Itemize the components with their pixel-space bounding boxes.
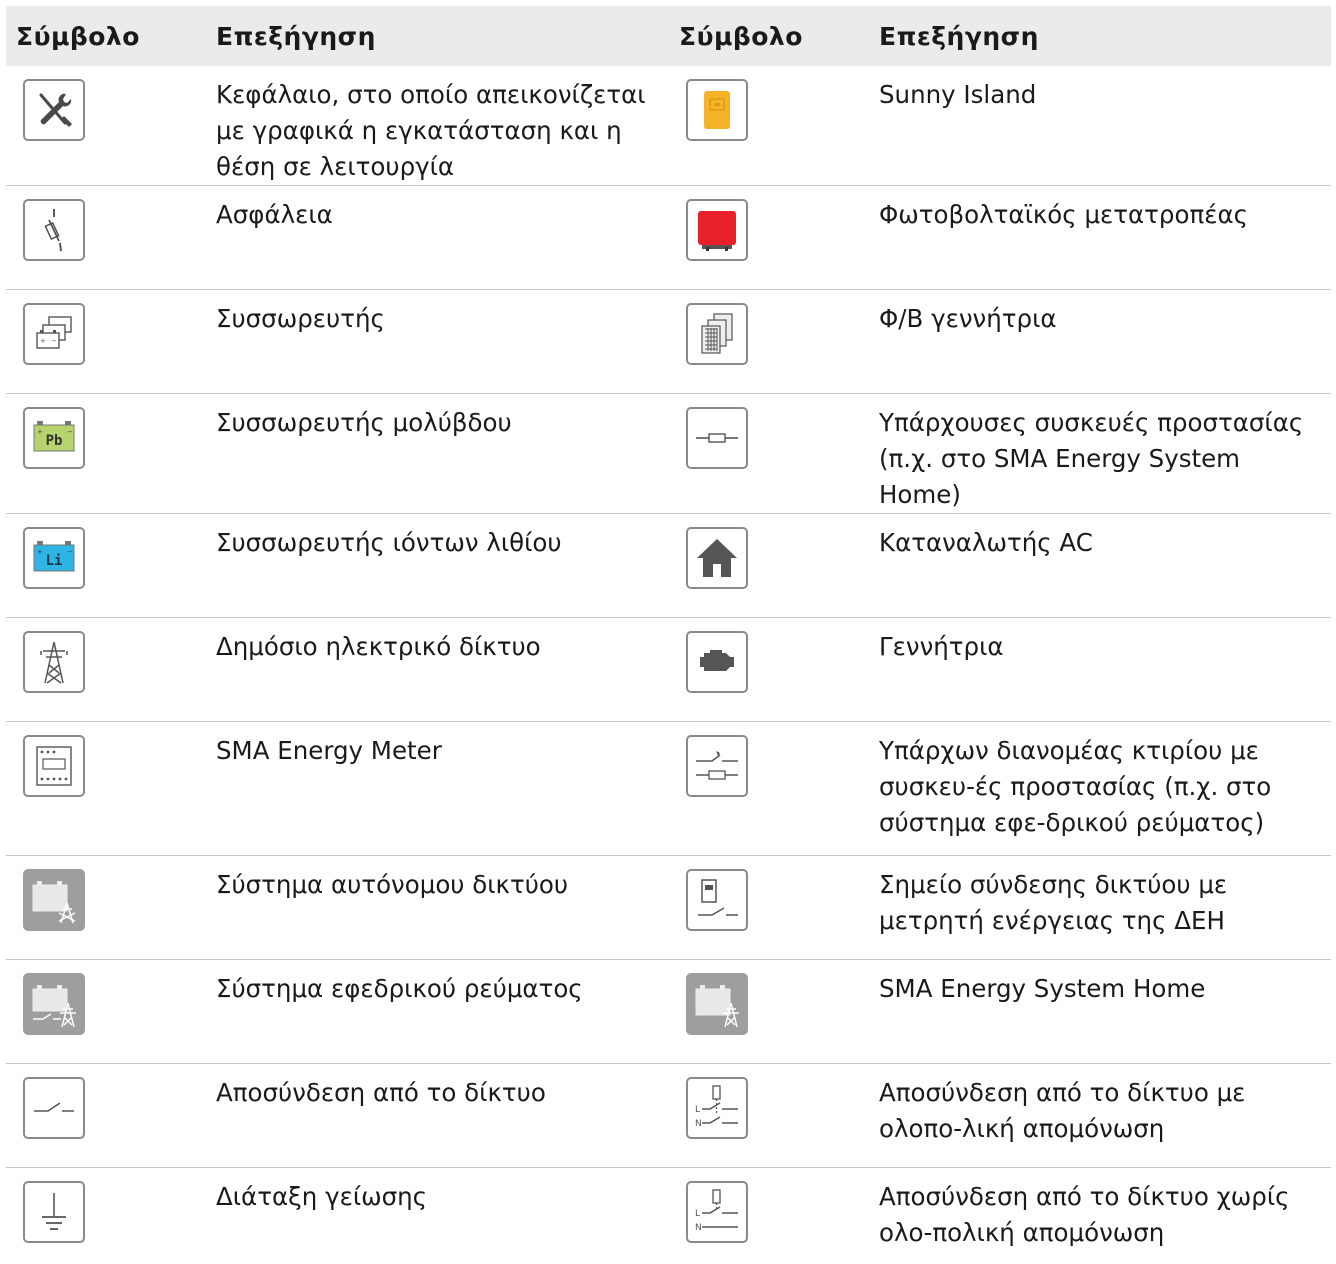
- all-pole-disconnect-icon: L N: [686, 1077, 748, 1139]
- battery-bank-icon: + −: [23, 303, 85, 365]
- energy-system-home-icon: [686, 973, 748, 1035]
- explanation-cell: Ασφάλεια: [204, 185, 669, 290]
- symbol-cell: [669, 66, 867, 186]
- table-row: + − Pb Συσσωρευτής μολύβδου Υπάρχουσες σ…: [6, 393, 1331, 514]
- table-row: Κεφάλαιο, στο οποίο απεικονίζεται με γρα…: [6, 66, 1331, 186]
- line-label: L: [695, 1105, 700, 1115]
- symbol-cell: [669, 513, 867, 618]
- symbol-column-header: Σύμβολο: [6, 6, 204, 66]
- energy-meter-icon: [23, 735, 85, 797]
- symbol-cell: [6, 1168, 204, 1264]
- table-row: Ασφάλεια Φωτοβολταϊκός μετατροπέας: [6, 185, 1331, 290]
- explanation-cell: Γεννήτρια: [867, 617, 1331, 722]
- symbol-cell: [669, 617, 867, 722]
- explanation-cell: Συσσωρευτής: [204, 289, 669, 394]
- explanation-cell: Αποσύνδεση από το δίκτυο: [204, 1063, 669, 1168]
- symbol-cell: + − Pb: [6, 393, 204, 514]
- explanation-cell: Σημείο σύνδεσης δικτύου με μετρητή ενέργ…: [867, 855, 1331, 960]
- symbol-cell: [6, 185, 204, 290]
- explanation-cell: Sunny Island: [867, 66, 1331, 186]
- generator-icon: [686, 631, 748, 693]
- fuse-icon: [23, 199, 85, 261]
- symbol-cell: [6, 855, 204, 960]
- explanation-cell: Υπάρχων διανομέας κτιρίου με συσκευ-ές π…: [867, 721, 1331, 856]
- table-header-row: Σύμβολο Επεξήγηση Σύμβολο Επεξήγηση: [6, 6, 1331, 66]
- pv-array-icon: [686, 303, 748, 365]
- symbol-cell: [6, 1063, 204, 1168]
- symbol-cell: [669, 289, 867, 394]
- explanation-column-header: Επεξήγηση: [204, 6, 669, 66]
- grid-disconnect-icon: [23, 1077, 85, 1139]
- symbol-cell: L N: [669, 1063, 867, 1168]
- explanation-cell: Υπάρχουσες συσκευές προστασίας (π.χ. στο…: [867, 393, 1331, 514]
- explanation-cell: SMA Energy System Home: [867, 959, 1331, 1064]
- symbol-cell: [6, 959, 204, 1064]
- svg-text:+: +: [40, 337, 46, 345]
- explanation-cell: Κεφάλαιο, στο οποίο απεικονίζεται με γρα…: [204, 66, 669, 186]
- symbol-cell: [6, 66, 204, 186]
- svg-text:−: −: [67, 548, 73, 556]
- explanation-cell: Διάταξη γείωσης: [216, 1182, 428, 1211]
- symbol-cell: [669, 393, 867, 514]
- explanation-cell: Σύστημα εφεδρικού ρεύματος: [204, 959, 669, 1064]
- non-all-pole-disconnect-icon: L N: [686, 1181, 748, 1243]
- symbol-cell: [669, 721, 867, 856]
- svg-text:+: +: [37, 548, 43, 556]
- explanation-cell: Συσσωρευτής ιόντων λιθίου: [204, 513, 669, 618]
- grid-connection-meter-icon: [686, 869, 748, 931]
- lead-battery-label: Pb: [46, 433, 63, 449]
- explanation-cell: SMA Energy Meter: [204, 721, 669, 856]
- table-row: Δημόσιο ηλεκτρικό δίκτυο Γεννήτρια: [6, 617, 1331, 722]
- explanation-cell: Αποσύνδεση από το δίκτυο με ολοπο-λική α…: [867, 1063, 1331, 1168]
- utility-grid-icon: [23, 631, 85, 693]
- table-row: SMA Energy Meter Υπάρχων διανομέας κτιρί…: [6, 721, 1331, 856]
- lithium-battery-label: Li: [46, 553, 63, 569]
- explanation-cell: Αποσύνδεση από το δίκτυο χωρίς ολο-πολικ…: [879, 1182, 1290, 1247]
- symbol-legend-table: Σύμβολο Επεξήγηση Σύμβολο Επεξήγηση Κεφά…: [6, 6, 1331, 1264]
- symbol-cell: + − Li: [6, 513, 204, 618]
- explanation-cell: Φωτοβολταϊκός μετατροπέας: [867, 185, 1331, 290]
- explanation-cell: Καταναλωτής AC: [867, 513, 1331, 618]
- symbol-cell: L N: [669, 1168, 867, 1264]
- neutral-label: N: [695, 1119, 702, 1129]
- house-icon: [686, 527, 748, 589]
- table-row: Σύστημα εφεδρικού ρεύματος SMA Energy Sy…: [6, 959, 1331, 1064]
- line-label: L: [695, 1209, 700, 1219]
- explanation-cell: Συσσωρευτής μολύβδου: [204, 393, 669, 514]
- symbol-column-header: Σύμβολο: [669, 6, 867, 66]
- tools-icon: [23, 79, 85, 141]
- symbol-legend-page: Σύμβολο Επεξήγηση Σύμβολο Επεξήγηση Κεφά…: [0, 0, 1336, 1247]
- distribution-board-icon: [686, 735, 748, 797]
- table-row: Διάταξη γείωσης L N Αποσύνδεση από το δί…: [6, 1168, 1331, 1264]
- symbol-cell: [6, 721, 204, 856]
- lead-battery-icon: + − Pb: [23, 407, 85, 469]
- explanation-cell: Φ/Β γεννήτρια: [867, 289, 1331, 394]
- symbol-cell: [669, 185, 867, 290]
- protective-device-icon: [686, 407, 748, 469]
- symbol-cell: [6, 617, 204, 722]
- symbol-cell: + −: [6, 289, 204, 394]
- grounding-icon: [23, 1181, 85, 1243]
- lithium-battery-icon: + − Li: [23, 527, 85, 589]
- backup-system-icon: [23, 973, 85, 1035]
- svg-text:+: +: [37, 428, 43, 436]
- table-row: Αποσύνδεση από το δίκτυο L N Αποσύνδεση …: [6, 1063, 1331, 1168]
- neutral-label: N: [695, 1223, 702, 1233]
- off-grid-system-icon: [23, 869, 85, 931]
- explanation-column-header: Επεξήγηση: [867, 6, 1331, 66]
- symbol-cell: [669, 855, 867, 960]
- explanation-cell: Δημόσιο ηλεκτρικό δίκτυο: [204, 617, 669, 722]
- pv-inverter-icon: [686, 199, 748, 261]
- sunny-island-icon: [686, 79, 748, 141]
- svg-text:−: −: [67, 428, 73, 436]
- explanation-cell: Σύστημα αυτόνομου δικτύου: [204, 855, 669, 960]
- symbol-cell: [669, 959, 867, 1064]
- table-row: + − Συσσωρευτής Φ/Β γεννήτρια: [6, 289, 1331, 394]
- table-row: Σύστημα αυτόνομου δικτύου Σημείο σύνδεση…: [6, 855, 1331, 960]
- table-row: + − Li Συσσωρευτής ιόντων λιθίου Καταναλ…: [6, 513, 1331, 618]
- svg-text:−: −: [51, 337, 57, 345]
